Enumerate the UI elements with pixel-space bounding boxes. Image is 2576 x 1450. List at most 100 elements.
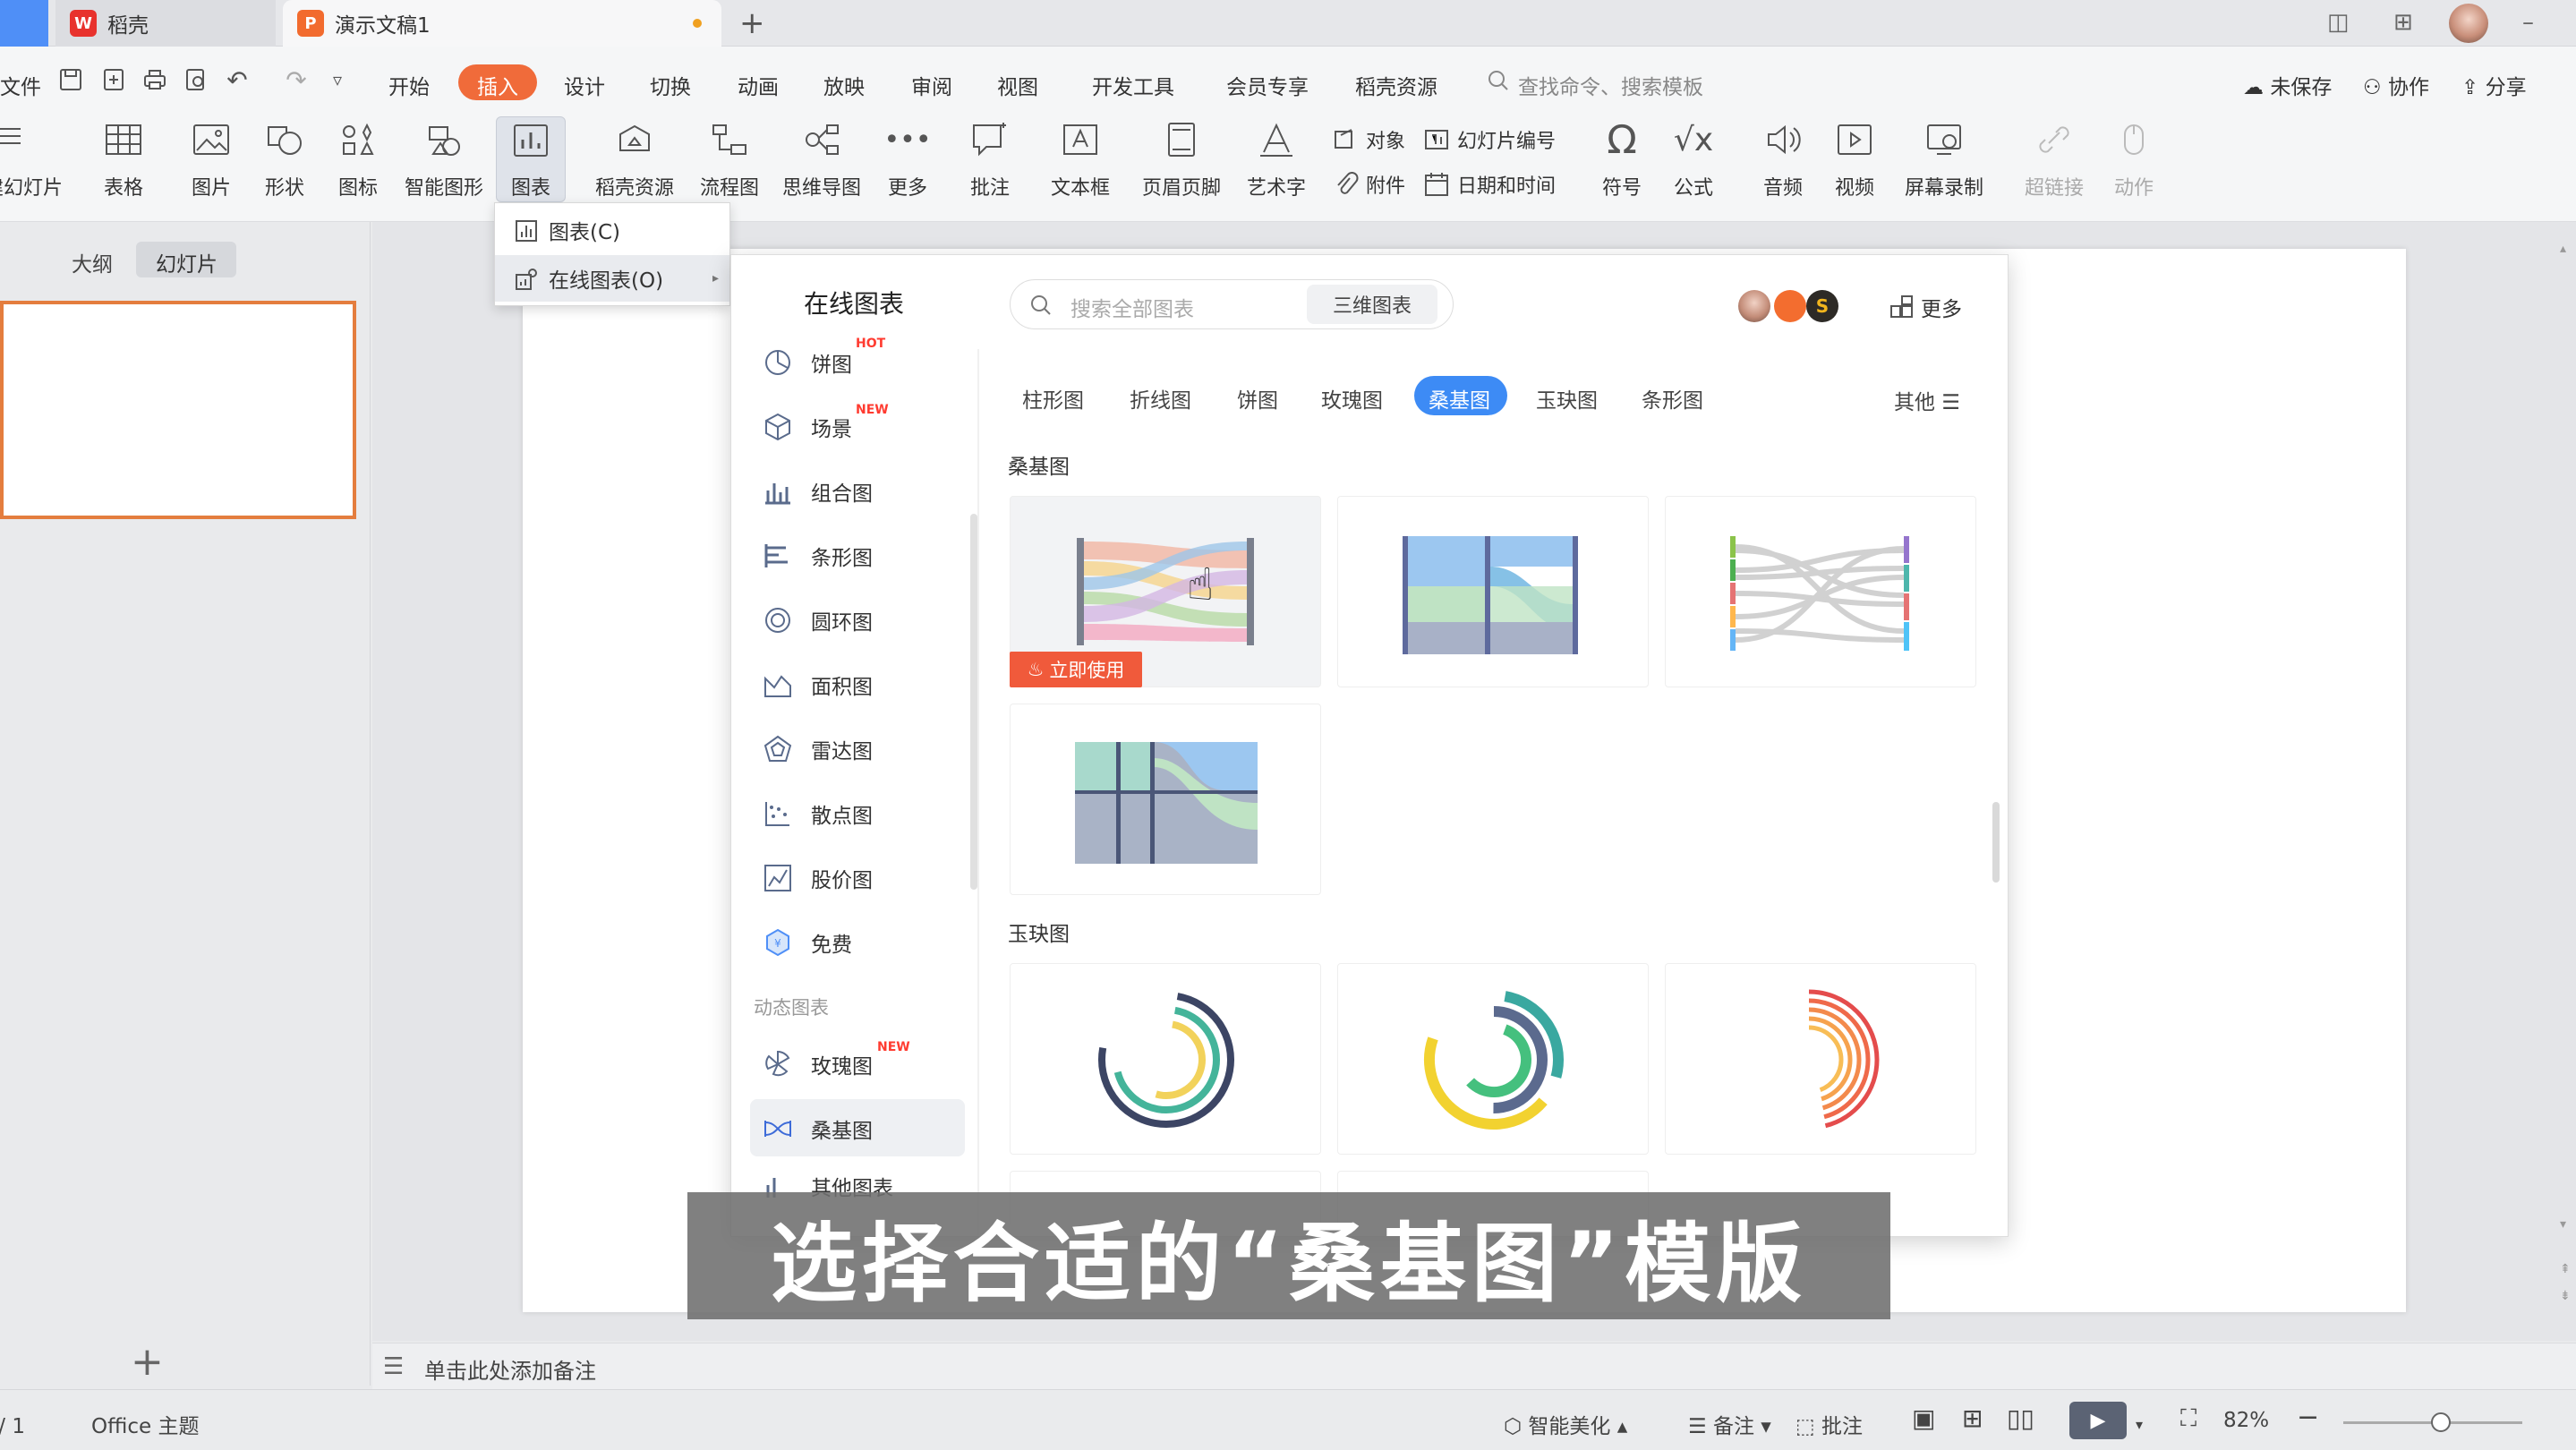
category-scrollbar[interactable] bbox=[970, 514, 977, 890]
use-now-button[interactable]: ♨ 立即使用 bbox=[1010, 652, 1142, 687]
subtab-rose[interactable]: 玫瑰图 bbox=[1321, 383, 1383, 414]
print-preview-icon[interactable] bbox=[181, 64, 211, 95]
category-combo[interactable]: 组合图 bbox=[759, 464, 965, 519]
slide-thumbnail[interactable] bbox=[0, 301, 356, 519]
menu-developer[interactable]: 开发工具 bbox=[1092, 70, 1174, 100]
sankey-template-4[interactable] bbox=[1010, 704, 1321, 895]
slides-tab[interactable]: 幻灯片 bbox=[156, 247, 218, 277]
subtab-other[interactable]: 其他 ☰ bbox=[1894, 385, 1960, 415]
attachment-button[interactable]: 附件 bbox=[1332, 170, 1405, 199]
menu-member[interactable]: 会员专享 bbox=[1226, 70, 1309, 100]
home-button[interactable] bbox=[0, 0, 48, 47]
notes-toggle[interactable]: ☰ 备注 ▾ bbox=[1688, 1409, 1771, 1439]
menu-design[interactable]: 设计 bbox=[564, 70, 605, 100]
mindmap-button[interactable]: 思维导图 bbox=[775, 116, 868, 206]
unsaved-button[interactable]: ☁ 未保存 bbox=[2243, 70, 2332, 100]
header-footer-button[interactable]: 页眉页脚 bbox=[1137, 116, 1226, 206]
export-pdf-icon[interactable] bbox=[98, 64, 129, 95]
menu-item-chart[interactable]: 图表(C) bbox=[495, 207, 729, 253]
zoom-level[interactable]: 82% bbox=[2223, 1409, 2269, 1432]
fit-window-icon[interactable]: ⛶ bbox=[2180, 1405, 2196, 1433]
formula-button[interactable]: √x 公式 bbox=[1658, 116, 1729, 206]
menu-view[interactable]: 视图 bbox=[997, 70, 1038, 100]
normal-view-icon[interactable]: ▣ bbox=[1912, 1403, 1935, 1433]
layout-toggle-icon[interactable]: ◫ bbox=[2327, 9, 2350, 36]
flowchart-button[interactable]: 流程图 bbox=[691, 116, 768, 206]
user-avatar[interactable] bbox=[2449, 4, 2488, 43]
comment-toggle[interactable]: ⬚ 批注 bbox=[1796, 1409, 1863, 1439]
category-sankey[interactable]: 桑基图 bbox=[759, 1101, 965, 1156]
icon-button[interactable]: 图标 bbox=[322, 116, 394, 206]
date-time-button[interactable]: 日期和时间 bbox=[1423, 170, 1556, 199]
subtab-line[interactable]: 折线图 bbox=[1130, 383, 1191, 414]
chart-search-placeholder[interactable]: 搜索全部图表 bbox=[1070, 292, 1194, 322]
subtab-jade[interactable]: 玉玦图 bbox=[1536, 383, 1598, 414]
play-slideshow-button[interactable]: ▶ bbox=[2069, 1402, 2127, 1439]
add-slide-button[interactable]: + bbox=[131, 1339, 164, 1385]
menu-review[interactable]: 审阅 bbox=[911, 70, 952, 100]
chart-button[interactable]: 图表 bbox=[496, 116, 566, 206]
subtab-pie[interactable]: 饼图 bbox=[1237, 383, 1278, 414]
picture-button[interactable]: 图片 bbox=[175, 116, 247, 206]
minimize-icon[interactable]: – bbox=[2522, 9, 2534, 36]
category-radar[interactable]: 雷达图 bbox=[759, 721, 965, 777]
menu-slideshow[interactable]: 放映 bbox=[823, 70, 865, 100]
category-pie[interactable]: 饼图 HOT bbox=[759, 335, 965, 390]
jade-template-1[interactable] bbox=[1010, 963, 1321, 1155]
more-button[interactable]: ••• 更多 bbox=[872, 116, 943, 206]
panel-scrollbar[interactable] bbox=[1992, 802, 2000, 883]
menu-file[interactable]: 文件 bbox=[0, 70, 41, 100]
tab-presentation[interactable]: P 演示文稿1 bbox=[283, 0, 721, 47]
textbox-button[interactable]: 文本框 bbox=[1040, 116, 1121, 206]
collab-button[interactable]: ⚇ 协作 bbox=[2363, 70, 2429, 100]
new-slide-button[interactable]: 新建幻灯片 bbox=[0, 116, 63, 206]
menu-insert[interactable]: 插入 bbox=[477, 70, 518, 100]
menu-animation[interactable]: 动画 bbox=[738, 70, 779, 100]
sorter-view-icon[interactable]: ⊞ bbox=[1962, 1403, 1983, 1433]
outline-tab[interactable]: 大纲 bbox=[72, 247, 113, 277]
menu-docer-resource[interactable]: 稻壳资源 bbox=[1355, 70, 1437, 100]
wordart-button[interactable]: 艺术字 bbox=[1235, 116, 1318, 206]
docer-resource-button[interactable]: 稻壳资源 bbox=[585, 116, 684, 206]
quick-access-more-icon[interactable]: ▿ bbox=[322, 64, 353, 95]
menu-home[interactable]: 开始 bbox=[388, 70, 430, 100]
notes-bar[interactable] bbox=[372, 1343, 2576, 1389]
object-button[interactable]: 对象 bbox=[1332, 125, 1405, 154]
new-tab-button[interactable]: + bbox=[739, 5, 765, 41]
super-member-icon[interactable]: S bbox=[1806, 290, 1838, 322]
smart-graphic-button[interactable]: 智能图形 bbox=[399, 116, 489, 206]
tab-docer[interactable]: W 稻壳 bbox=[55, 0, 276, 47]
apps-grid-icon[interactable]: ⊞ bbox=[2393, 9, 2413, 36]
category-area[interactable]: 面积图 bbox=[759, 657, 965, 712]
slide-number-button[interactable]: 幻灯片编号 bbox=[1423, 125, 1556, 154]
zoom-slider-handle[interactable] bbox=[2431, 1412, 2451, 1432]
reading-view-icon[interactable]: ▯▯ bbox=[2007, 1403, 2034, 1433]
video-button[interactable]: 视频 bbox=[1819, 116, 1890, 206]
redo-icon[interactable]: ↷ bbox=[281, 64, 311, 95]
theme-name[interactable]: Office 主题 bbox=[91, 1409, 199, 1439]
jade-template-2[interactable] bbox=[1337, 963, 1649, 1155]
play-options-icon[interactable]: ▾ bbox=[2136, 1416, 2143, 1433]
notes-placeholder[interactable]: 单击此处添加备注 bbox=[424, 1353, 596, 1385]
undo-icon[interactable]: ↶ bbox=[222, 64, 252, 95]
category-rose[interactable]: 玫瑰图 NEW bbox=[759, 1036, 965, 1092]
jade-template-3[interactable] bbox=[1665, 963, 1976, 1155]
panel-more-button[interactable]: 更多 bbox=[1889, 292, 1962, 322]
sankey-template-3[interactable] bbox=[1665, 496, 1976, 687]
3d-charts-button[interactable]: 三维图表 bbox=[1307, 285, 1437, 324]
category-scatter[interactable]: 散点图 bbox=[759, 786, 965, 841]
vertical-scrollbar[interactable]: ▴ ▾ ⇞ ⇟ bbox=[2555, 224, 2572, 1334]
category-scene[interactable]: 场景 NEW bbox=[759, 399, 965, 455]
user-mini-avatar[interactable] bbox=[1738, 290, 1770, 322]
action-button[interactable]: 动作 bbox=[2098, 116, 2170, 206]
shape-button[interactable]: 形状 bbox=[249, 116, 320, 206]
zoom-out-icon[interactable]: − bbox=[2297, 1402, 2319, 1433]
symbol-button[interactable]: Ω 符号 bbox=[1586, 116, 1658, 206]
sankey-template-2[interactable] bbox=[1337, 496, 1649, 687]
category-bar[interactable]: 条形图 bbox=[759, 528, 965, 584]
table-button[interactable]: 表格 bbox=[88, 116, 159, 206]
category-donut[interactable]: 圆环图 bbox=[759, 593, 965, 648]
menu-item-online-chart[interactable]: 在线图表(O) ▸ bbox=[495, 255, 729, 302]
beautify-button[interactable]: ⬡ 智能美化 ▴ bbox=[1504, 1409, 1627, 1439]
menu-transitions[interactable]: 切换 bbox=[650, 70, 691, 100]
